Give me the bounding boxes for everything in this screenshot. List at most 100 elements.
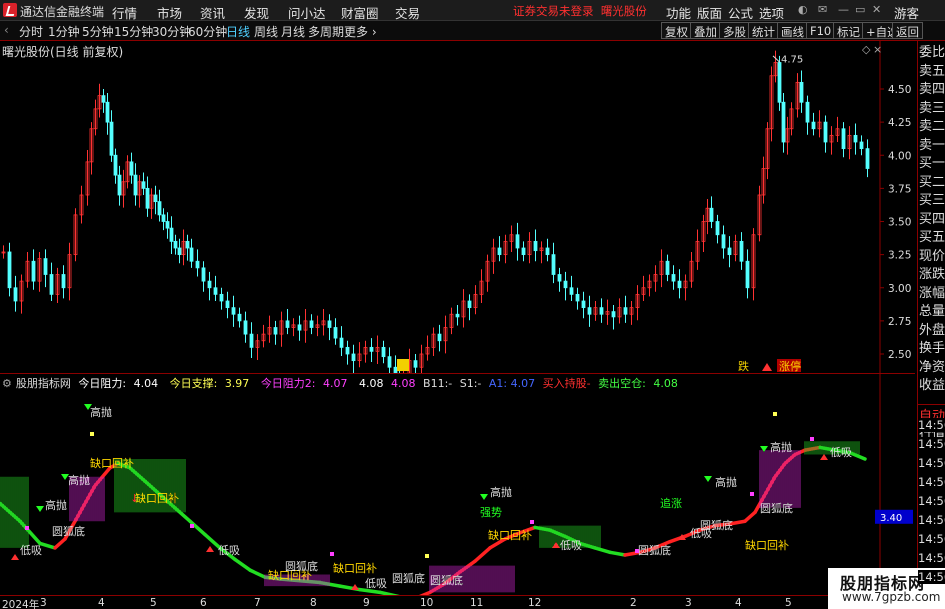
trend-line-segment — [608, 550, 627, 557]
indicator-settings-icon[interactable]: ⚙ — [2, 377, 12, 390]
period-tab-timeshare[interactable]: 分时 — [19, 23, 43, 40]
date-tick-label: 5 — [150, 597, 157, 609]
price-tick-label: 3.00 — [888, 283, 911, 295]
fox-bottom-signal: 圆狐底 — [638, 543, 671, 557]
menu-item-market[interactable]: 市场 — [157, 3, 182, 22]
period-tab-1m[interactable]: 1分钟 — [48, 23, 80, 40]
buy-hold-label: 买入持股- — [542, 377, 591, 390]
watermark-url: www.7gpzb.com — [842, 590, 941, 604]
candle-body — [563, 280, 568, 289]
high-marker-line — [772, 55, 781, 63]
menu-item-wealth[interactable]: 财富圈 — [341, 3, 379, 22]
quote-field-label: 卖二 — [919, 119, 945, 134]
time-tick-label: 14:56 — [918, 418, 945, 432]
menu-function[interactable]: 功能 — [666, 3, 691, 22]
period-tab-more[interactable]: 更多 › — [344, 23, 377, 40]
candle-body — [715, 221, 720, 236]
period-tab-30m[interactable]: 30分钟 — [152, 23, 191, 40]
gap-fill-signal: 缺口回补 — [333, 561, 377, 575]
candle-body — [145, 187, 150, 209]
up-arrow-icon — [552, 542, 560, 548]
candle-body — [823, 121, 828, 143]
quote-field-label: 换手 — [919, 341, 945, 356]
candle-body — [515, 234, 520, 249]
minimize-icon[interactable]: — — [838, 3, 849, 16]
menu-formula[interactable]: 公式 — [728, 3, 753, 22]
chart-settings-icon: ◇ — [862, 43, 871, 56]
candlestick-chart[interactable]: 4.50 4.25 4.00 3.75 3.50 3.25 3.00 2.75 2.50 4.75… — [0, 41, 915, 373]
price-tick-label: 2.50 — [888, 349, 911, 361]
candle-body — [853, 134, 858, 143]
candle-body — [43, 258, 48, 275]
signal-dot — [635, 549, 639, 553]
menu-item-quotes[interactable]: 行情 — [112, 3, 137, 22]
candle-body — [297, 324, 302, 331]
trend-line-segment — [743, 510, 757, 523]
candle-body — [327, 320, 332, 328]
signal-dot — [330, 552, 334, 556]
login-status[interactable]: 证券交易未登录 曙光股份 — [513, 3, 647, 19]
menu-item-ask[interactable]: 问小达 — [288, 3, 326, 22]
guest-label[interactable]: 游客 — [894, 3, 919, 22]
time-tick-label: 14:56 — [918, 437, 945, 451]
candle-body — [165, 221, 170, 229]
candle-body — [169, 227, 174, 242]
multi-stock-button[interactable]: 多股 — [719, 22, 750, 39]
quote-field-label: 外盘 — [919, 322, 945, 338]
restore-icon[interactable]: ▭ — [855, 3, 865, 16]
date-tick-label: 3 — [685, 597, 692, 609]
period-tab-monthly[interactable]: 月线 — [281, 23, 305, 40]
skin-icon[interactable]: ◐ — [798, 3, 808, 16]
candle-body — [467, 300, 472, 309]
candle-body — [285, 320, 290, 328]
indicator-chart[interactable]: 4.504.003.503.003.40高抛低吸高抛高抛缺口回补缺口回补↓圆狐底… — [0, 373, 915, 596]
price-tick-label: 4.50 — [888, 84, 911, 96]
high-throw-signal: 高抛 — [90, 405, 112, 419]
candle-body — [185, 240, 190, 249]
mark-button[interactable]: 标记 — [833, 22, 864, 39]
signal-dot — [425, 554, 429, 558]
price-tick-label: 4.25 — [888, 117, 911, 129]
trend-line-segment — [358, 587, 382, 595]
price-tick-label: 3.50 — [888, 217, 911, 229]
gap-fill-signal: 缺口回补 — [135, 491, 179, 505]
menu-item-discover[interactable]: 发现 — [244, 3, 269, 22]
stats-button[interactable]: 统计 — [748, 22, 779, 39]
close-icon[interactable]: ✕ — [872, 3, 881, 16]
back-button[interactable]: 返回 — [892, 22, 923, 39]
candle-body — [745, 260, 750, 289]
period-tab-weekly[interactable]: 周线 — [254, 23, 278, 40]
gap-fill-signal: 缺口回补 — [488, 528, 532, 542]
quote-field-label: 涨跌 — [919, 267, 945, 282]
date-tick-label: 4 — [735, 597, 742, 609]
candle-body — [521, 247, 526, 256]
overlay-button[interactable]: 叠加 — [690, 22, 721, 39]
sidebar-toggle-icon[interactable]: ‹ — [4, 23, 9, 37]
quote-field-label: 现价 — [919, 248, 945, 264]
period-tab-daily[interactable]: 日线 — [226, 23, 250, 40]
candle-body — [497, 247, 502, 256]
menu-item-news[interactable]: 资讯 — [200, 3, 225, 22]
f10-button[interactable]: F10 — [806, 22, 836, 39]
menu-options[interactable]: 选项 — [759, 3, 784, 22]
period-tab-5m[interactable]: 5分钟 — [82, 23, 114, 40]
draw-button[interactable]: 画线 — [777, 22, 808, 39]
candle-body — [437, 333, 442, 342]
candle-body — [129, 161, 134, 176]
date-tick-label: 2024年 — [2, 599, 40, 609]
message-icon[interactable]: ✉ — [818, 3, 827, 16]
menu-item-trade[interactable]: 交易 — [395, 3, 420, 22]
candle-body — [231, 307, 236, 315]
time-tick-label: 14:56 — [918, 532, 945, 546]
period-tab-60m[interactable]: 60分钟 — [188, 23, 227, 40]
candle-body — [201, 267, 206, 282]
period-tab-15m[interactable]: 15分钟 — [114, 23, 153, 40]
indicator-name[interactable]: 股朋指标网 — [16, 377, 71, 390]
candle-body — [249, 333, 254, 348]
high-throw-signal: 高抛 — [490, 485, 512, 499]
app-logo-icon — [3, 3, 17, 17]
quote-field-label: 买二 — [919, 174, 945, 190]
period-tab-multi[interactable]: 多周期 — [308, 23, 344, 40]
adjust-button[interactable]: 复权 — [661, 22, 692, 39]
menu-layout[interactable]: 版面 — [697, 3, 722, 22]
